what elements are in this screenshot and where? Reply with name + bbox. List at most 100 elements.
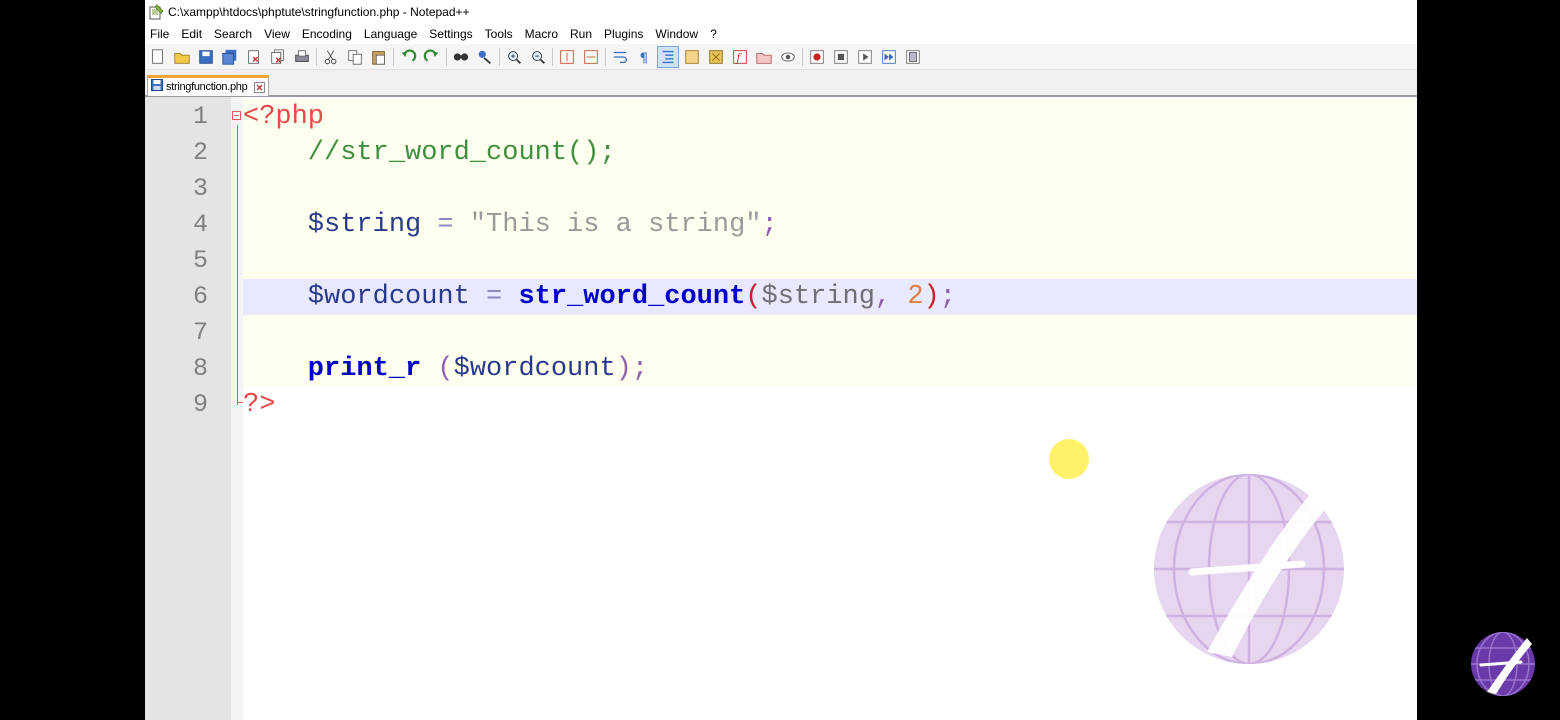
zoom-out-icon[interactable]: [528, 47, 548, 67]
code-line[interactable]: [243, 171, 1417, 207]
paste-icon[interactable]: [369, 47, 389, 67]
undo-icon[interactable]: [398, 47, 418, 67]
menu-plugins[interactable]: Plugins: [599, 27, 650, 41]
indent-guide-icon[interactable]: [657, 45, 679, 68]
print-icon[interactable]: [292, 47, 312, 67]
tab-stringfunction-php[interactable]: stringfunction.php: [147, 75, 269, 96]
menu-view[interactable]: View: [259, 27, 297, 41]
save-icon[interactable]: [196, 47, 216, 67]
record-macro-icon[interactable]: [807, 47, 827, 67]
tab-bar: stringfunction.php: [145, 70, 1417, 97]
svg-text:¶: ¶: [640, 50, 649, 66]
code-token: $wordcount: [243, 282, 470, 312]
toolbar-separator: [393, 47, 394, 66]
redo-icon[interactable]: [422, 47, 442, 67]
menu-run[interactable]: Run: [565, 27, 599, 41]
replace-icon[interactable]: [475, 47, 495, 67]
line-number: 3: [192, 174, 208, 203]
save-macro-icon[interactable]: [903, 47, 923, 67]
run-macro-multiple-icon[interactable]: [879, 47, 899, 67]
toolbar: ¶ f: [145, 44, 1417, 70]
code-token: ?>: [243, 390, 276, 420]
code-token: print_r: [243, 354, 422, 384]
menu-window[interactable]: Window: [650, 27, 705, 41]
document-map-icon[interactable]: [706, 47, 726, 67]
window-title: C:\xampp\htdocs\phptute\stringfunction.p…: [168, 5, 470, 19]
line-number: 5: [192, 246, 208, 275]
show-all-characters-icon[interactable]: ¶: [634, 47, 654, 67]
folder-workspace-icon[interactable]: [754, 47, 774, 67]
tab-close-icon[interactable]: [253, 81, 265, 93]
open-file-icon[interactable]: [172, 47, 192, 67]
monitoring-icon[interactable]: [778, 47, 798, 67]
stop-recording-icon[interactable]: [831, 47, 851, 67]
menu-settings[interactable]: Settings: [424, 27, 479, 41]
menu-bar: File Edit Search View Encoding Language Settin…: [145, 24, 1417, 44]
user-defined-language-icon[interactable]: [682, 47, 702, 67]
code-token: $wordcount: [453, 354, 616, 384]
save-all-icon[interactable]: [220, 47, 240, 67]
code-line[interactable]: ?>: [243, 387, 1417, 423]
play-macro-icon[interactable]: [855, 47, 875, 67]
function-list-icon[interactable]: f: [730, 47, 750, 67]
copy-icon[interactable]: [345, 47, 365, 67]
new-file-icon[interactable]: [148, 47, 168, 67]
line-number: 2: [192, 138, 208, 167]
code-token: //str_word_count();: [243, 138, 616, 168]
code-token: ): [923, 282, 940, 312]
cut-icon[interactable]: [321, 47, 341, 67]
toolbar-separator: [499, 47, 500, 66]
line-number: 9: [192, 390, 208, 419]
code-token: "This is a string": [469, 210, 762, 240]
toolbar-separator: [446, 47, 447, 66]
code-token: (: [745, 282, 762, 312]
menu-language[interactable]: Language: [359, 27, 424, 41]
close-icon[interactable]: [244, 47, 264, 67]
zoom-in-icon[interactable]: [504, 47, 524, 67]
fold-guide: [237, 125, 238, 405]
code-line[interactable]: [243, 315, 1417, 351]
code-token: <?php: [243, 102, 325, 132]
line-number-gutter: 1 2 3 4 5 6 7 8 9: [145, 97, 242, 720]
code-token: ;: [939, 282, 956, 312]
notepadpp-icon: [147, 3, 165, 21]
menu-macro[interactable]: Macro: [520, 27, 565, 41]
code-token: $string: [761, 282, 875, 312]
code-token: ,: [874, 282, 908, 312]
toolbar-separator: [605, 47, 606, 66]
menu-edit[interactable]: Edit: [176, 27, 209, 41]
menu-tools[interactable]: Tools: [480, 27, 520, 41]
close-all-icon[interactable]: [268, 47, 288, 67]
tab-label: stringfunction.php: [166, 81, 248, 93]
globe-watermark-logo: [1152, 472, 1346, 666]
code-line[interactable]: print_r ($wordcount);: [243, 351, 1417, 387]
menu-encoding[interactable]: Encoding: [297, 27, 359, 41]
word-wrap-icon[interactable]: [610, 47, 630, 67]
code-line[interactable]: [243, 243, 1417, 279]
code-line[interactable]: $string = "This is a string";: [243, 207, 1417, 243]
code-token: str_word_count: [518, 282, 746, 312]
code-token: 2: [907, 282, 924, 312]
code-line-current[interactable]: $wordcount = str_word_count($string, 2);: [243, 279, 1417, 315]
fold-collapse-icon[interactable]: [232, 111, 241, 120]
title-bar: C:\xampp\htdocs\phptute\stringfunction.p…: [145, 0, 1417, 24]
sync-vertical-icon[interactable]: [557, 47, 577, 67]
code-line[interactable]: //str_word_count();: [243, 135, 1417, 171]
mouse-cursor-highlight: [1049, 439, 1089, 479]
menu-search[interactable]: Search: [209, 27, 259, 41]
code-token: =: [421, 210, 470, 240]
code-token: );: [615, 354, 649, 384]
menu-help[interactable]: ?: [705, 27, 724, 41]
menu-file[interactable]: File: [145, 27, 176, 41]
toolbar-separator: [802, 47, 803, 66]
code-token: ;: [761, 210, 778, 240]
code-line[interactable]: <?php: [243, 99, 1417, 135]
sync-horizontal-icon[interactable]: [581, 47, 601, 67]
find-icon[interactable]: [451, 47, 471, 67]
line-number: 7: [192, 318, 208, 347]
line-number: 8: [192, 354, 208, 383]
code-token: $string: [243, 210, 422, 240]
line-number: 1: [192, 102, 208, 131]
code-token: =: [469, 282, 519, 312]
toolbar-separator: [552, 47, 553, 66]
